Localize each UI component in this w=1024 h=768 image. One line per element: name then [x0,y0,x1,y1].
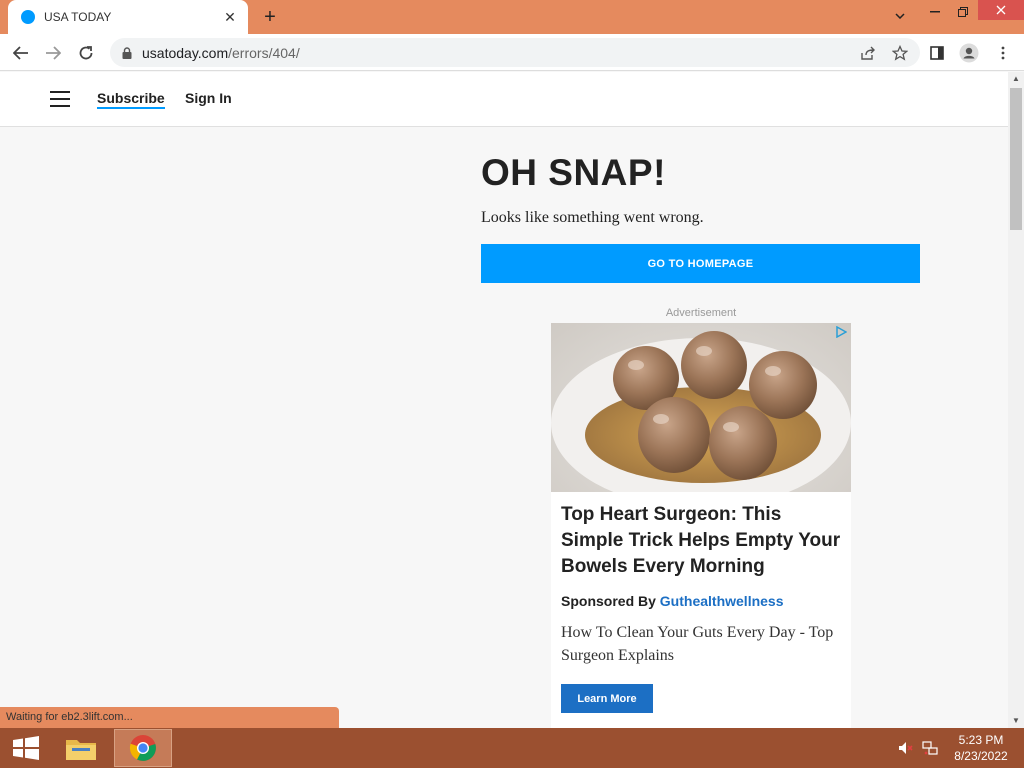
browser-menu-icon[interactable] [990,40,1016,66]
tab-title: USA TODAY [44,10,112,24]
scroll-down-arrow-icon[interactable]: ▼ [1008,714,1024,728]
usatoday-favicon-icon [21,10,35,24]
clock-time: 5:23 PM [958,733,1004,747]
go-to-homepage-button[interactable]: GO TO HOMEPAGE [481,244,920,283]
page-viewport: Subscribe Sign In OH SNAP! Looks like so… [0,72,1008,728]
browser-tab-strip: USA TODAY ✕ + [0,0,1024,34]
bookmark-star-icon[interactable] [888,41,912,65]
url-text: usatoday.com/errors/404/ [142,45,856,61]
browser-tab[interactable]: USA TODAY ✕ [8,0,248,34]
loading-status-bar: Waiting for eb2.3lift.com... [0,707,339,728]
browser-toolbar: usatoday.com/errors/404/ [0,34,1024,71]
site-header: Subscribe Sign In [0,72,1008,127]
ad-sponsor-line: Sponsored By Guthealthwellness [561,593,784,609]
network-icon[interactable] [920,728,940,768]
reload-icon[interactable] [73,40,99,66]
system-clock[interactable]: 5:23 PM 8/23/2022 [946,732,1016,764]
subscribe-link[interactable]: Subscribe [97,90,165,109]
scroll-up-arrow-icon[interactable]: ▲ [1008,72,1024,86]
lock-icon[interactable] [120,46,134,59]
clock-date: 8/23/2022 [954,749,1008,763]
share-icon[interactable] [856,41,880,65]
close-window-button[interactable] [978,0,1024,20]
side-panel-icon[interactable] [924,40,950,66]
windows-taskbar: 5:23 PM 8/23/2022 [0,728,1024,768]
new-tab-button[interactable]: + [258,5,282,29]
scrollbar-thumb[interactable] [1010,88,1022,230]
address-bar[interactable]: usatoday.com/errors/404/ [110,38,920,67]
windows-start-icon[interactable] [6,734,46,762]
back-arrow-icon[interactable] [8,40,34,66]
sign-in-link[interactable]: Sign In [185,90,232,106]
sponsor-link[interactable]: Guthealthwellness [660,593,784,609]
forward-arrow-icon[interactable] [40,40,66,66]
page-scrollbar[interactable]: ▲ ▼ [1008,72,1024,728]
hamburger-menu-icon[interactable] [50,91,70,107]
file-explorer-icon[interactable] [52,729,110,767]
restore-window-button[interactable] [948,0,978,24]
advertisement-label: Advertisement [665,307,737,319]
url-host: usatoday.com [142,44,229,61]
eggs-illustration [551,331,851,492]
profile-avatar-icon[interactable] [956,40,982,66]
url-path: /errors/404/ [228,44,300,61]
learn-more-button[interactable]: Learn More [561,684,653,713]
sponsored-by-label: Sponsored By [561,593,656,609]
error-title: OH SNAP! [481,152,666,193]
close-tab-icon[interactable]: ✕ [222,9,238,26]
minimize-window-button[interactable] [920,0,950,24]
adchoices-icon[interactable] [835,326,847,338]
ad-card[interactable]: Top Heart Surgeon: This Simple Trick Hel… [551,323,851,728]
ad-image-eggs[interactable] [551,323,851,492]
ad-description: How To Clean Your Guts Every Day - Top S… [561,624,834,664]
volume-muted-icon[interactable] [896,728,916,768]
error-message: Looks like something went wrong. [481,209,704,226]
chrome-taskbar-icon[interactable] [114,729,172,767]
tab-search-icon[interactable] [886,4,914,28]
ad-headline[interactable]: Top Heart Surgeon: This Simple Trick Hel… [561,502,845,580]
